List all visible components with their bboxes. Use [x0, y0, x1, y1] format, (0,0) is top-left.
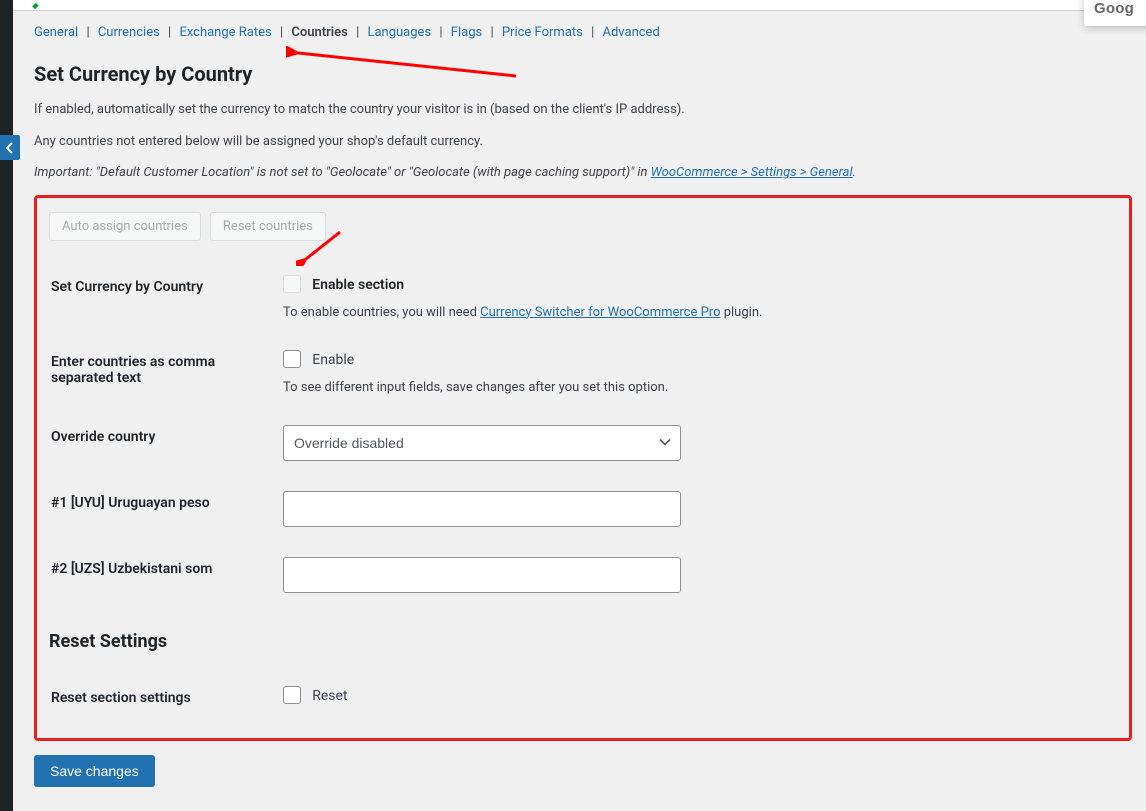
label-override-country: Override country: [51, 411, 281, 475]
label-reset-section: Reset section settings: [51, 672, 281, 724]
settings-page: General | Currencies | Exchange Rates | …: [20, 11, 1146, 811]
currency-switcher-pro-link[interactable]: Currency Switcher for WooCommerce Pro: [480, 305, 720, 320]
tab-general[interactable]: General: [34, 25, 78, 40]
enable-section-desc: To enable countries, you will need Curre…: [283, 305, 1105, 320]
tab-advanced[interactable]: Advanced: [602, 25, 659, 40]
settings-form-table: Set Currency by Country Enable section T…: [49, 259, 1117, 609]
reset-settings-heading: Reset Settings: [49, 631, 1117, 652]
tab-exchange-rates[interactable]: Exchange Rates: [179, 25, 271, 40]
enable-comma-checkbox[interactable]: [283, 350, 301, 368]
override-country-select[interactable]: Override disabled: [283, 425, 681, 461]
collapse-sidebar-button[interactable]: [0, 135, 20, 160]
settings-subtabs: General | Currencies | Exchange Rates | …: [34, 25, 1132, 40]
tab-languages[interactable]: Languages: [367, 25, 431, 40]
settings-white-panel-top: [13, 0, 1146, 11]
tab-flags[interactable]: Flags: [451, 25, 482, 40]
label-currency-2: #2 [UZS] Uzbekistani som: [51, 543, 281, 607]
enable-comma-desc: To see different input fields, save chan…: [283, 380, 1105, 395]
page-title: Set Currency by Country: [34, 62, 1132, 86]
tab-countries[interactable]: Countries: [291, 25, 347, 40]
label-currency-1: #1 [UYU] Uruguayan peso: [51, 477, 281, 541]
admin-sidebar: [0, 0, 13, 811]
reset-label[interactable]: Reset: [312, 688, 347, 704]
highlighted-settings-box: Auto assign countries Reset countries Se…: [34, 195, 1132, 741]
enable-section-label: Enable section: [312, 277, 404, 293]
chevron-left-icon: [6, 142, 14, 154]
enable-comma-label[interactable]: Enable: [312, 352, 354, 368]
default-currency-note: Any countries not entered below will be …: [34, 132, 1132, 152]
currency-2-input[interactable]: [283, 557, 681, 593]
label-set-currency-by-country: Set Currency by Country: [51, 261, 281, 334]
reset-settings-table: Reset section settings Reset: [49, 670, 1117, 726]
save-changes-button[interactable]: Save changes: [34, 755, 155, 787]
enable-section-checkbox: [283, 275, 301, 293]
woocommerce-settings-link[interactable]: WooCommerce > Settings > General: [651, 165, 853, 180]
important-note: Important: "Default Customer Location" i…: [34, 163, 1132, 183]
intro-text: If enabled, automatically set the curren…: [34, 100, 1132, 120]
reset-countries-button[interactable]: Reset countries: [210, 212, 326, 241]
important-text: Important: "Default Customer Location" i…: [34, 165, 651, 180]
reset-checkbox[interactable]: [283, 686, 301, 704]
tab-currencies[interactable]: Currencies: [98, 25, 160, 40]
currency-1-input[interactable]: [283, 491, 681, 527]
google-translate-badge[interactable]: Goog: [1084, 0, 1146, 26]
auto-assign-countries-button[interactable]: Auto assign countries: [49, 212, 201, 241]
tab-price-formats[interactable]: Price Formats: [502, 25, 583, 40]
label-comma-separated: Enter countries as comma separated text: [51, 336, 281, 409]
